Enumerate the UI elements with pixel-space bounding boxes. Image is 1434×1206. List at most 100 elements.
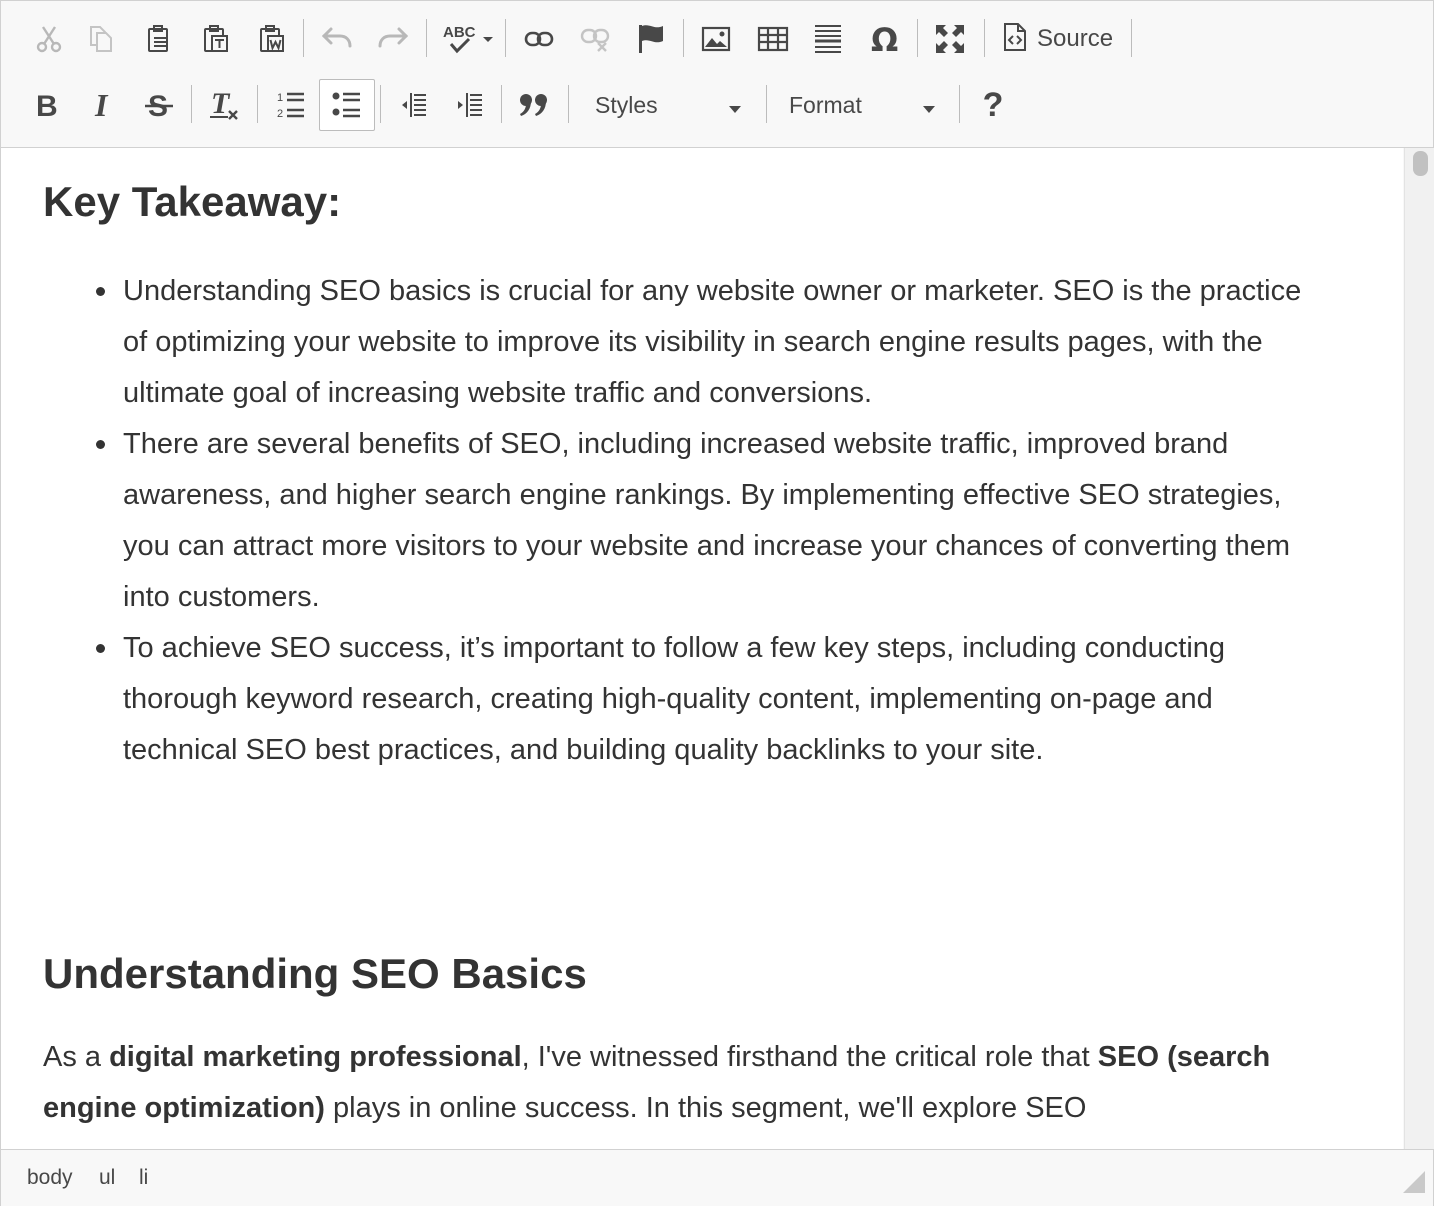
clear-format-icon: T	[208, 89, 240, 121]
unlink-icon	[580, 26, 610, 52]
source-label: Source	[1037, 25, 1113, 53]
toolbar-separator	[303, 19, 304, 57]
toolbar-separator	[959, 85, 960, 123]
scrollbar-thumb[interactable]	[1413, 151, 1428, 176]
spellcheck-icon: ABC	[441, 22, 493, 56]
paste-word-icon	[257, 24, 287, 54]
decrease-indent-button[interactable]	[387, 79, 439, 131]
italic-button[interactable]: I	[78, 79, 130, 131]
dropdown-arrow-icon	[729, 101, 741, 119]
svg-text:2: 2	[277, 108, 283, 120]
heading-understanding-seo: Understanding SEO Basics	[43, 950, 587, 998]
flag-icon	[636, 23, 666, 55]
list-item: To achieve SEO success, it’s important t…	[123, 623, 1303, 776]
copy-icon	[86, 24, 116, 54]
toolbar-separator	[766, 85, 767, 123]
indent-icon	[454, 91, 484, 119]
toolbar-separator	[984, 19, 985, 57]
image-button[interactable]	[690, 13, 742, 65]
source-button[interactable]: Source	[995, 13, 1125, 65]
special-char-button[interactable]: Ω	[859, 13, 911, 65]
maximize-icon	[934, 23, 966, 55]
bold-text: digital marketing professional	[109, 1041, 522, 1073]
link-button[interactable]	[513, 13, 565, 65]
paste-text-icon	[201, 24, 231, 54]
source-icon	[1003, 22, 1027, 57]
svg-text:1: 1	[277, 92, 283, 104]
copy-button[interactable]	[75, 13, 127, 65]
rich-text-editor: ABC	[0, 0, 1434, 1206]
bulleted-list-icon	[332, 91, 362, 119]
increase-indent-button[interactable]	[443, 79, 495, 131]
cut-button[interactable]	[23, 13, 75, 65]
strikethrough-icon: S	[144, 90, 174, 120]
quote-icon	[518, 92, 550, 118]
toolbar-separator	[257, 85, 258, 123]
toolbar-row-1: ABC	[1, 13, 1433, 65]
numbered-list-icon: 1 2	[276, 90, 306, 120]
toolbar-separator	[505, 19, 506, 57]
clipboard-icon	[144, 24, 174, 54]
path-item-body[interactable]: body	[27, 1166, 73, 1190]
anchor-button[interactable]	[625, 13, 677, 65]
unlink-button[interactable]	[569, 13, 621, 65]
numbered-list-button[interactable]: 1 2	[265, 79, 317, 131]
strikethrough-button[interactable]: S	[133, 79, 185, 131]
styles-dropdown-label: Styles	[595, 92, 658, 119]
redo-button[interactable]	[367, 13, 419, 65]
redo-icon	[377, 26, 409, 52]
help-button[interactable]: ?	[967, 79, 1019, 131]
undo-button[interactable]	[311, 13, 363, 65]
undo-icon	[321, 26, 353, 52]
paragraph-text: As a	[43, 1041, 109, 1073]
horizontal-lines-icon	[813, 23, 843, 55]
paragraph-text: , I've witnessed firsthand the critical …	[522, 1041, 1098, 1073]
blockquote-button[interactable]	[508, 79, 560, 131]
bold-icon: B	[34, 90, 60, 120]
element-path-bar: body ul li	[1, 1149, 1433, 1206]
table-button[interactable]	[747, 13, 799, 65]
scissors-icon	[34, 24, 64, 54]
editor-toolbar: ABC	[1, 1, 1433, 148]
maximize-button[interactable]	[924, 13, 976, 65]
styles-dropdown[interactable]: Styles	[579, 79, 759, 131]
svg-text:T: T	[211, 89, 231, 120]
dropdown-arrow-icon	[923, 101, 935, 119]
toolbar-separator	[917, 19, 918, 57]
toolbar-separator	[568, 85, 569, 123]
takeaway-list: Understanding SEO basics is crucial for …	[123, 266, 1303, 776]
toolbar-separator	[501, 85, 502, 123]
svg-text:Ω: Ω	[871, 23, 898, 55]
image-icon	[701, 26, 731, 52]
link-icon	[524, 29, 554, 49]
italic-icon: I	[91, 90, 117, 120]
help-icon: ?	[983, 86, 1004, 125]
paste-button[interactable]	[133, 13, 185, 65]
path-item-li[interactable]: li	[139, 1166, 148, 1190]
bulleted-list-button[interactable]	[319, 79, 375, 131]
toolbar-row-2: B I S	[1, 79, 1433, 131]
body-paragraph: As a digital marketing professional, I'v…	[43, 1032, 1353, 1134]
path-item-ul[interactable]: ul	[99, 1166, 115, 1190]
spellcheck-button[interactable]: ABC	[435, 13, 499, 65]
svg-text:I: I	[94, 90, 109, 120]
editor-content-area[interactable]: Key Takeaway: Understanding SEO basics i…	[1, 148, 1403, 1149]
heading-key-takeaway: Key Takeaway:	[43, 178, 341, 226]
toolbar-separator	[426, 19, 427, 57]
list-item: There are several benefits of SEO, inclu…	[123, 419, 1303, 623]
toolbar-separator	[380, 85, 381, 123]
paragraph-text: plays in online success. In this segment…	[325, 1092, 1087, 1124]
svg-text:ABC: ABC	[443, 24, 476, 41]
paste-word-button[interactable]	[246, 13, 298, 65]
format-dropdown[interactable]: Format	[773, 79, 953, 131]
toolbar-separator	[191, 85, 192, 123]
horizontal-rule-button[interactable]	[802, 13, 854, 65]
bold-button[interactable]: B	[21, 79, 73, 131]
paste-text-button[interactable]	[190, 13, 242, 65]
remove-format-button[interactable]: T	[198, 79, 250, 131]
svg-text:B: B	[36, 90, 58, 120]
vertical-scrollbar[interactable]	[1404, 148, 1434, 1149]
resize-handle-icon[interactable]	[1403, 1171, 1425, 1198]
toolbar-separator	[1131, 19, 1132, 57]
list-item: Understanding SEO basics is crucial for …	[123, 266, 1303, 419]
